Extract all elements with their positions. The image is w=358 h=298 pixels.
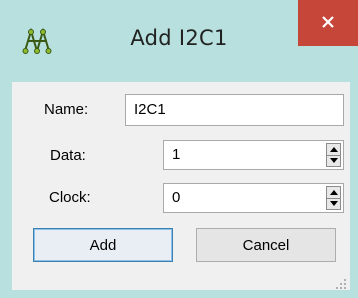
data-label: Data:	[50, 147, 86, 164]
down-arrow-icon	[329, 158, 338, 163]
cancel-button[interactable]: Cancel	[196, 228, 336, 262]
title-bar[interactable]: Add I2C1	[0, 0, 358, 83]
clock-spinbox[interactable]: 0	[163, 183, 344, 213]
up-arrow-icon	[329, 190, 338, 195]
dialog-window: Add I2C1 Name: I2C1 Data: 1 Clock: 0 Add…	[0, 0, 358, 298]
data-decrement-button[interactable]	[327, 155, 340, 166]
data-spinbox[interactable]: 1	[163, 140, 344, 170]
clock-value: 0	[172, 189, 181, 206]
data-value: 1	[172, 146, 181, 163]
name-field[interactable]: I2C1	[125, 94, 344, 126]
add-button[interactable]: Add	[33, 228, 173, 262]
close-icon	[321, 14, 335, 33]
down-arrow-icon	[329, 201, 338, 206]
data-spin-buttons	[326, 143, 341, 167]
up-arrow-icon	[329, 147, 338, 152]
resize-grip-icon[interactable]	[335, 275, 347, 289]
clock-decrement-button[interactable]	[327, 198, 340, 209]
name-label: Name:	[44, 101, 89, 118]
clock-spin-buttons	[326, 186, 341, 210]
clock-label: Clock:	[49, 189, 91, 206]
dialog-content: Name: I2C1 Data: 1 Clock: 0 Add Cancel	[12, 82, 350, 290]
close-button[interactable]	[298, 0, 358, 46]
